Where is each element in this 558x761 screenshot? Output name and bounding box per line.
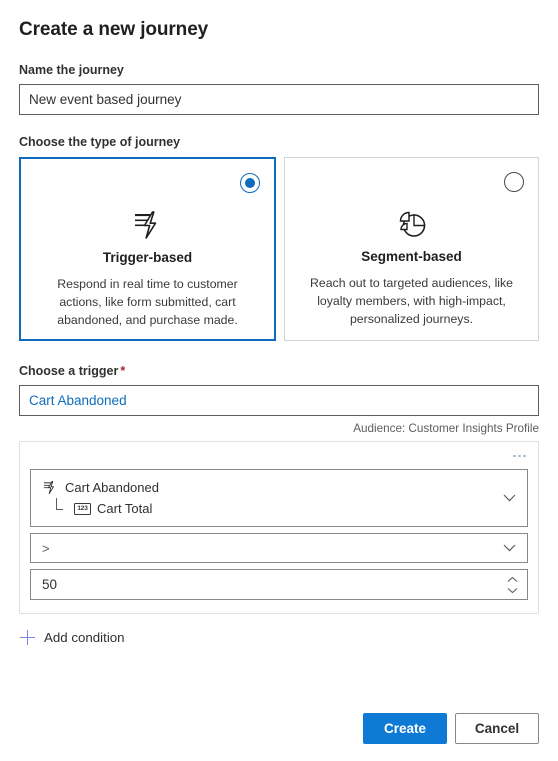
choose-trigger-input[interactable]: Cart Abandoned bbox=[19, 385, 539, 416]
trigger-bolt-icon bbox=[131, 208, 165, 242]
add-condition-label: Add condition bbox=[44, 630, 125, 645]
choose-trigger-label: Choose a trigger * bbox=[19, 363, 539, 379]
name-journey-input[interactable]: New event based journey bbox=[19, 84, 539, 115]
plus-icon bbox=[20, 630, 35, 645]
required-indicator: * bbox=[120, 364, 126, 378]
tree-row-child: 123 Cart Total bbox=[42, 497, 493, 519]
journey-type-title-trigger-based: Trigger-based bbox=[102, 250, 193, 265]
condition-value-spinner[interactable]: 50 bbox=[30, 569, 528, 600]
tree-root-label: Cart Abandoned bbox=[65, 480, 159, 495]
ellipsis-dot bbox=[518, 454, 521, 458]
journey-type-cards: Trigger-based Respond in real time to cu… bbox=[19, 157, 539, 341]
ellipsis-dot bbox=[523, 454, 526, 458]
pie-chart-icon bbox=[396, 207, 428, 241]
trigger-field-group: Choose a trigger * Cart Abandoned Audienc… bbox=[19, 363, 539, 435]
dialog-footer: Create Cancel bbox=[363, 713, 539, 744]
condition-operator-combobox[interactable]: > bbox=[30, 533, 528, 563]
journey-type-description-segment-based: Reach out to targeted audiences, like lo… bbox=[309, 276, 514, 326]
journey-type-card-segment-based[interactable]: Segment-based Reach out to targeted audi… bbox=[284, 157, 539, 341]
journey-type-label: Choose the type of journey bbox=[19, 135, 181, 149]
tree-elbow-icon bbox=[56, 497, 67, 515]
journey-type-description-trigger-based: Respond in real time to customer actions… bbox=[57, 277, 238, 327]
journey-type-title-segment-based: Segment-based bbox=[361, 249, 462, 264]
create-button[interactable]: Create bbox=[363, 713, 447, 744]
condition-attribute-tree: Cart Abandoned 123 Cart Total bbox=[31, 477, 527, 519]
chevron-down-icon[interactable] bbox=[507, 587, 518, 593]
number-field-icon: 123 bbox=[74, 502, 91, 515]
journey-type-card-trigger-based[interactable]: Trigger-based Respond in real time to cu… bbox=[19, 157, 276, 341]
create-journey-dialog: Create a new journey Name the journey Ne… bbox=[0, 0, 558, 761]
name-journey-field-group: Name the journey New event based journey bbox=[19, 62, 539, 115]
page-title: Create a new journey bbox=[19, 19, 209, 40]
ellipsis-icon[interactable] bbox=[511, 454, 528, 458]
condition-panel-header bbox=[30, 449, 528, 463]
cancel-button[interactable]: Cancel bbox=[455, 713, 539, 744]
spinner-buttons bbox=[507, 576, 518, 593]
journey-type-group: Choose the type of journey Trigger-based… bbox=[19, 134, 539, 341]
add-condition-button[interactable]: Add condition bbox=[19, 627, 126, 648]
condition-value-input[interactable]: 50 bbox=[31, 577, 57, 592]
tree-row-root: Cart Abandoned bbox=[42, 477, 493, 498]
radio-selected-dot bbox=[245, 178, 255, 188]
condition-panel: Cart Abandoned 123 Cart Total > 50 bbox=[19, 441, 539, 614]
choose-trigger-label-text: Choose a trigger bbox=[19, 364, 119, 378]
chevron-down-icon bbox=[503, 539, 516, 557]
radio-trigger-based[interactable] bbox=[240, 173, 260, 193]
chevron-up-icon[interactable] bbox=[507, 576, 518, 582]
condition-operator-value: > bbox=[42, 540, 50, 556]
ellipsis-dot bbox=[513, 454, 516, 458]
name-journey-label: Name the journey bbox=[19, 63, 124, 77]
trigger-bolt-icon bbox=[42, 480, 58, 495]
radio-segment-based[interactable] bbox=[504, 172, 524, 192]
condition-attribute-combobox[interactable]: Cart Abandoned 123 Cart Total bbox=[30, 469, 528, 527]
audience-note: Audience: Customer Insights Profile bbox=[353, 422, 539, 435]
tree-child-label: Cart Total bbox=[97, 501, 153, 516]
